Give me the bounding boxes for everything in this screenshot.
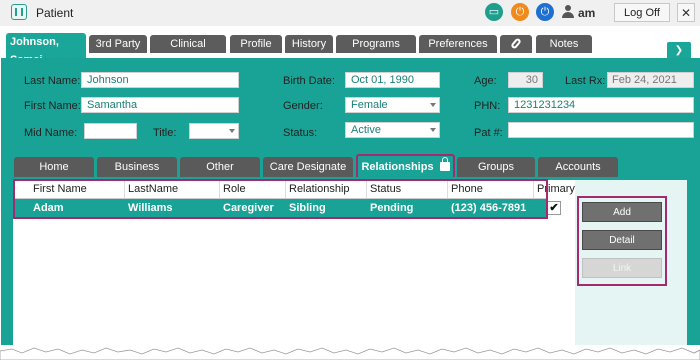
tab-programs[interactable]: Programs	[336, 35, 416, 53]
age-field: 30	[508, 72, 543, 88]
title-label: Title:	[153, 127, 177, 139]
lock-icon	[439, 157, 450, 171]
pat-number-label: Pat #:	[474, 127, 503, 139]
user-icon	[562, 5, 574, 19]
last-name-field[interactable]: Johnson	[81, 72, 239, 88]
tab-profile[interactable]: Profile	[230, 35, 282, 53]
subtab-groups[interactable]: Groups	[457, 157, 535, 177]
dropdown-arrow-icon	[430, 128, 436, 132]
subtab-business[interactable]: Business	[97, 157, 177, 177]
power-icon[interactable]: ⏻	[511, 3, 529, 21]
patient-window: Patient ▭ ⏻ ⏻ am Log Off ✕ Johnson, Sama…	[0, 0, 700, 360]
user-name: am	[578, 6, 596, 20]
title-bar: Patient ▭ ⏻ ⏻ am Log Off ✕	[0, 0, 700, 27]
first-name-label: First Name:	[24, 100, 81, 112]
tab-notes[interactable]: Notes	[536, 35, 592, 53]
subtab-other[interactable]: Other	[180, 157, 260, 177]
pat-number-field[interactable]	[508, 122, 694, 138]
mid-name-field[interactable]	[84, 123, 137, 139]
subtab-accounts[interactable]: Accounts	[538, 157, 618, 177]
subtab-relationships-label: Relationships	[361, 161, 434, 173]
paperclip-icon	[510, 37, 522, 50]
tab-clinical[interactable]: Clinical	[150, 35, 226, 53]
tab-attachments[interactable]	[500, 35, 532, 53]
primary-checkbox[interactable]: ✔	[547, 201, 561, 215]
window-title: Patient	[36, 6, 74, 20]
subtab-care-designate[interactable]: Care Designate	[263, 157, 353, 177]
add-button[interactable]: Add	[582, 202, 662, 222]
birth-date-label: Birth Date:	[283, 75, 335, 87]
title-select[interactable]	[189, 123, 239, 139]
logoff-button[interactable]: Log Off	[614, 3, 670, 22]
grid-highlight-frame	[13, 179, 548, 219]
status-select[interactable]: Active	[345, 122, 440, 138]
phn-label: PHN:	[474, 100, 501, 112]
app-logo-icon	[11, 4, 27, 20]
gender-select[interactable]: Female	[345, 97, 440, 113]
last-rx-label: Last Rx:	[565, 75, 606, 87]
tab-preferences[interactable]: Preferences	[419, 35, 497, 53]
age-label: Age:	[474, 75, 497, 87]
main-tab-strip: Johnson, Samai 3rd Party Clinical Profil…	[0, 26, 700, 66]
detail-button[interactable]: Detail	[582, 230, 662, 250]
gender-value: Female	[351, 99, 388, 111]
birth-date-field[interactable]: Oct 01, 1990	[345, 72, 440, 88]
status-label: Status:	[283, 127, 318, 139]
dropdown-arrow-icon	[229, 129, 235, 133]
gender-label: Gender:	[283, 100, 323, 112]
last-rx-field: Feb 24, 2021	[607, 72, 694, 88]
mid-name-label: Mid Name:	[24, 127, 78, 139]
power-icon-blue[interactable]: ⏻	[536, 3, 554, 21]
torn-edge	[0, 345, 700, 360]
dropdown-arrow-icon	[430, 103, 436, 107]
subtab-home[interactable]: Home	[14, 157, 94, 177]
phn-field[interactable]: 1231231234	[508, 97, 694, 113]
monitor-icon[interactable]: ▭	[485, 3, 503, 21]
status-value: Active	[351, 124, 381, 136]
tab-history[interactable]: History	[285, 35, 333, 53]
link-button[interactable]: Link	[582, 258, 662, 278]
tab-3rd-party[interactable]: 3rd Party	[89, 35, 147, 53]
close-button[interactable]: ✕	[677, 3, 695, 22]
subtab-relationships[interactable]: Relationships	[356, 154, 455, 177]
last-name-label: Last Name:	[24, 75, 81, 87]
tab-patient-name[interactable]: Johnson, Samai	[6, 33, 86, 66]
first-name-field[interactable]: Samantha	[81, 97, 239, 113]
